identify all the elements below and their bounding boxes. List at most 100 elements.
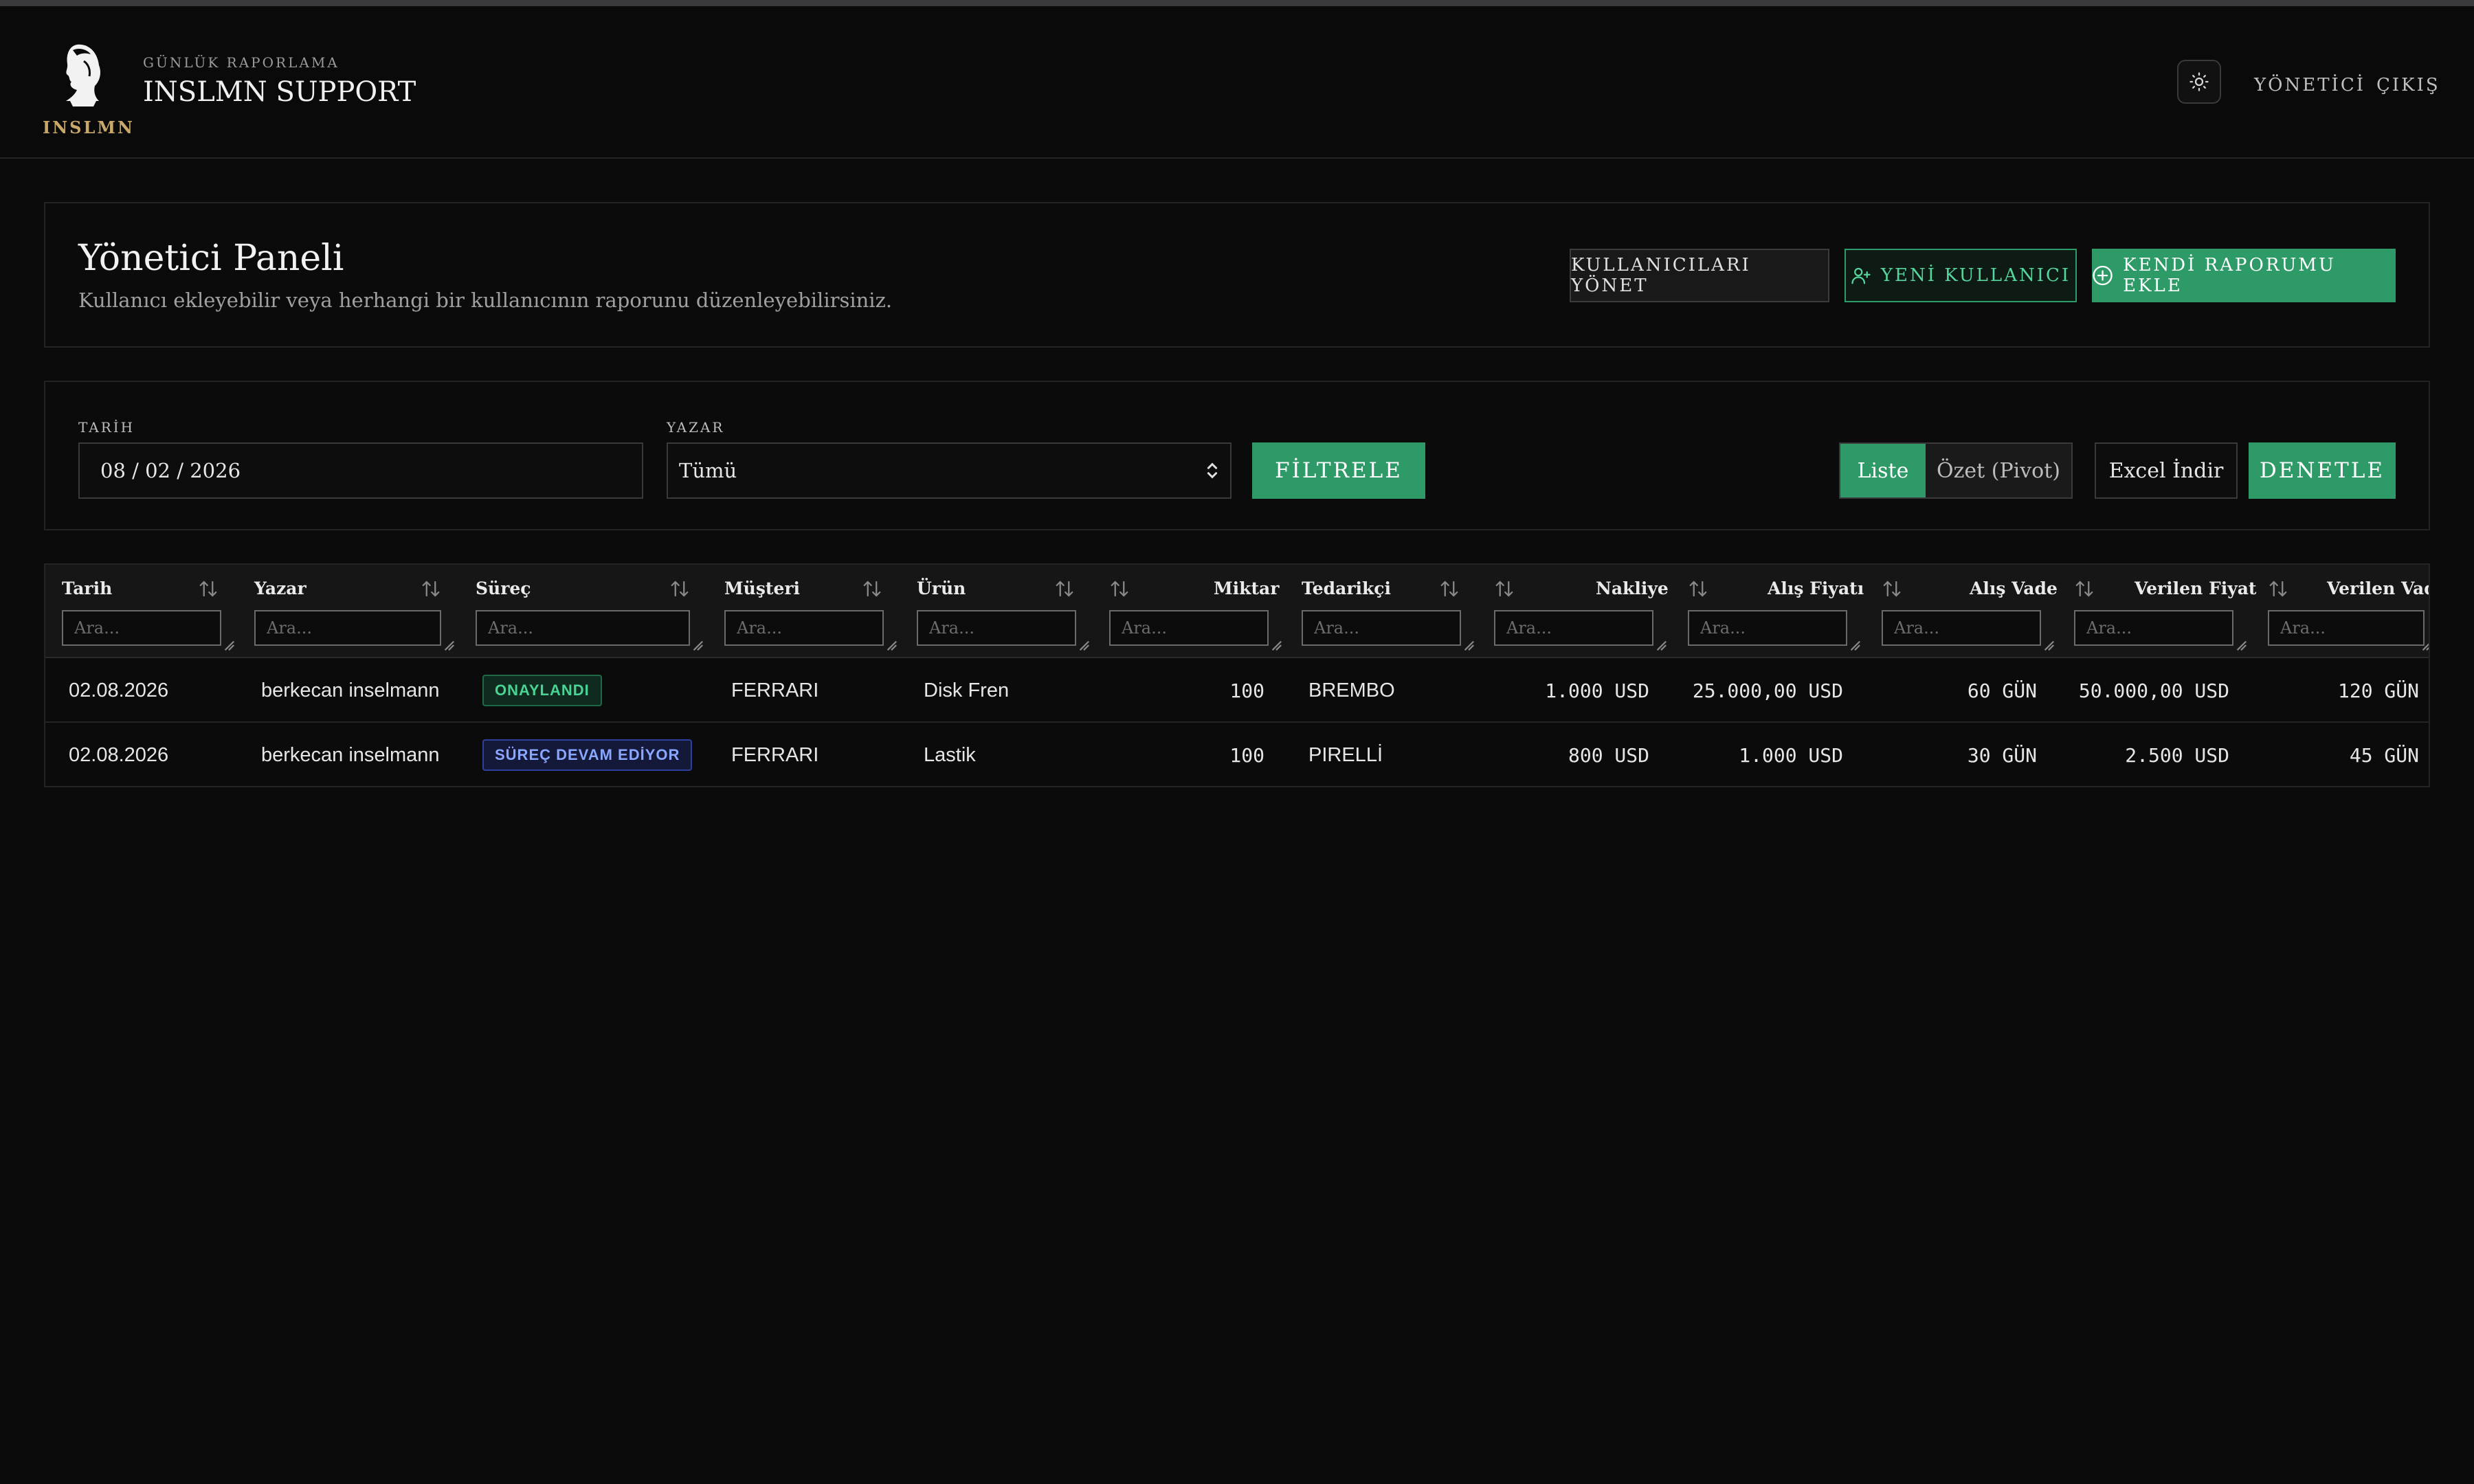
table-header: Tarih Yazar Süreç Müşteri Ürün <box>45 565 2430 658</box>
filter-panel: TARİH 08 / 02 / 2026 YAZAR Tümü FİLTRELE… <box>44 381 2430 530</box>
new-user-button[interactable]: YENİ KULLANICI <box>1845 249 2077 302</box>
sort-icon[interactable] <box>669 578 690 599</box>
resize-grip-icon[interactable] <box>2420 639 2430 651</box>
resize-grip-icon[interactable] <box>223 639 235 651</box>
cell-sell-term: 45 GÜN <box>2349 743 2419 767</box>
manage-users-button[interactable]: KULLANICILARI YÖNET <box>1570 249 1829 302</box>
nav-logout-link[interactable]: ÇIKIŞ <box>2376 75 2440 95</box>
sort-icon[interactable] <box>1439 578 1460 599</box>
column-label: Yazar <box>254 578 307 598</box>
sort-icon[interactable] <box>862 578 882 599</box>
cell-quantity: 100 <box>1229 743 1264 767</box>
reports-table: Tarih Yazar Süreç Müşteri Ürün <box>44 563 2430 787</box>
app-subtitle: GÜNLÜK RAPORLAMA <box>143 54 339 71</box>
table-row[interactable]: 02.08.2026 berkecan inselmann ONAYLANDI … <box>45 658 2429 723</box>
cell-status: ONAYLANDI <box>482 658 602 723</box>
app-title: INSLMN SUPPORT <box>143 76 416 108</box>
new-user-label: YENİ KULLANICI <box>1880 265 2071 286</box>
column-label: Verilen Fiyat <box>2135 578 2257 598</box>
sort-icon[interactable] <box>1494 578 1515 599</box>
column-filter-input[interactable] <box>724 610 884 646</box>
column-filter-input[interactable] <box>1494 610 1653 646</box>
date-value: 08 / 02 / 2026 <box>100 459 241 482</box>
sort-icon[interactable] <box>1109 578 1130 599</box>
status-badge: ONAYLANDI <box>482 675 602 706</box>
column-filter-input[interactable] <box>1109 610 1269 646</box>
resize-grip-icon[interactable] <box>885 639 898 651</box>
cell-supplier: PIRELLİ <box>1308 743 1383 766</box>
column-label: Süreç <box>476 578 531 598</box>
cell-status: SÜREÇ DEVAM EDİYOR <box>482 723 693 786</box>
resize-grip-icon[interactable] <box>2235 639 2247 651</box>
column-filter-input[interactable] <box>476 610 690 646</box>
column-filter-input[interactable] <box>1688 610 1847 646</box>
sort-icon[interactable] <box>1688 578 1708 599</box>
resize-grip-icon[interactable] <box>2042 639 2055 651</box>
resize-grip-icon[interactable] <box>1849 639 1861 651</box>
audit-button-label: DENETLE <box>2259 458 2385 483</box>
column-label: Ürün <box>917 578 966 598</box>
theme-toggle-button[interactable] <box>2177 60 2221 104</box>
resize-grip-icon[interactable] <box>443 639 455 651</box>
column-label: Verilen Vade <box>2327 578 2429 598</box>
view-pivot-button[interactable]: Özet (Pivot) <box>1926 444 2071 497</box>
cell-product: Disk Fren <box>924 679 1010 701</box>
view-list-button[interactable]: Liste <box>1840 444 1926 497</box>
page-description: Kullanıcı ekleyebilir veya herhangi bir … <box>78 289 893 312</box>
sort-icon[interactable] <box>421 578 441 599</box>
sort-icon[interactable] <box>2268 578 2288 599</box>
manage-users-label: KULLANICILARI YÖNET <box>1571 255 1751 296</box>
add-my-report-button[interactable]: KENDİ RAPORUMU EKLE <box>2092 249 2396 302</box>
column-filter-input[interactable] <box>62 610 221 646</box>
cell-buy-price: 25.000,00 USD <box>1692 679 1843 702</box>
logo-text: INSLMN <box>43 117 135 137</box>
sort-icon[interactable] <box>198 578 219 599</box>
audit-button[interactable]: DENETLE <box>2249 442 2396 499</box>
filter-button[interactable]: FİLTRELE <box>1252 442 1425 499</box>
column-label: Miktar <box>1214 578 1280 598</box>
cell-customer: FERRARI <box>731 679 819 701</box>
cell-quantity: 100 <box>1229 679 1264 702</box>
table-row[interactable]: 02.08.2026 berkecan inselmann SÜREÇ DEVA… <box>45 723 2429 786</box>
excel-download-label: Excel İndir <box>2108 458 2224 483</box>
cell-author: berkecan inselmann <box>261 679 440 701</box>
cell-sell-term: 120 GÜN <box>2337 679 2419 702</box>
column-label: Alış Vade <box>1970 578 2058 598</box>
sort-icon[interactable] <box>1054 578 1075 599</box>
column-filter-input[interactable] <box>2268 610 2425 646</box>
resize-grip-icon[interactable] <box>691 639 704 651</box>
cell-buy-price: 1.000 USD <box>1739 743 1843 767</box>
column-filter-input[interactable] <box>2074 610 2233 646</box>
sort-icon[interactable] <box>2074 578 2095 599</box>
sort-icon[interactable] <box>1882 578 1902 599</box>
add-my-report-label: KENDİ RAPORUMU EKLE <box>2123 255 2336 296</box>
cell-sell-price: 50.000,00 USD <box>2078 679 2229 702</box>
brand-logo[interactable]: INSLMN <box>43 41 135 144</box>
resize-grip-icon[interactable] <box>1078 639 1090 651</box>
sun-icon <box>2189 72 2209 91</box>
cell-shipping: 1.000 USD <box>1545 679 1649 702</box>
date-label: TARİH <box>78 419 135 436</box>
column-filter-input[interactable] <box>1882 610 2041 646</box>
cell-buy-term: 60 GÜN <box>1967 679 2037 702</box>
resize-grip-icon[interactable] <box>1270 639 1282 651</box>
author-select[interactable]: Tümü <box>667 442 1232 499</box>
excel-download-button[interactable]: Excel İndir <box>2095 442 2238 499</box>
cell-date: 02.08.2026 <box>69 679 169 701</box>
cell-shipping: 800 USD <box>1568 743 1649 767</box>
author-label: YAZAR <box>667 419 725 436</box>
app-header: INSLMN GÜNLÜK RAPORLAMA INSLMN SUPPORT Y… <box>0 6 2474 159</box>
resize-grip-icon[interactable] <box>1462 639 1475 651</box>
column-label: Tedarikçi <box>1302 578 1392 598</box>
nav-admin-link[interactable]: YÖNETİCİ <box>2254 75 2365 95</box>
column-label: Tarih <box>62 578 113 598</box>
column-filter-input[interactable] <box>917 610 1076 646</box>
date-input[interactable]: 08 / 02 / 2026 <box>78 442 643 499</box>
column-label: Müşteri <box>724 578 801 598</box>
cell-supplier: BREMBO <box>1308 679 1395 701</box>
logo-bust-icon <box>66 44 100 106</box>
resize-grip-icon[interactable] <box>1655 639 1667 651</box>
column-filter-input[interactable] <box>254 610 441 646</box>
column-filter-input[interactable] <box>1302 610 1461 646</box>
page-title: Yönetici Paneli <box>78 238 344 279</box>
